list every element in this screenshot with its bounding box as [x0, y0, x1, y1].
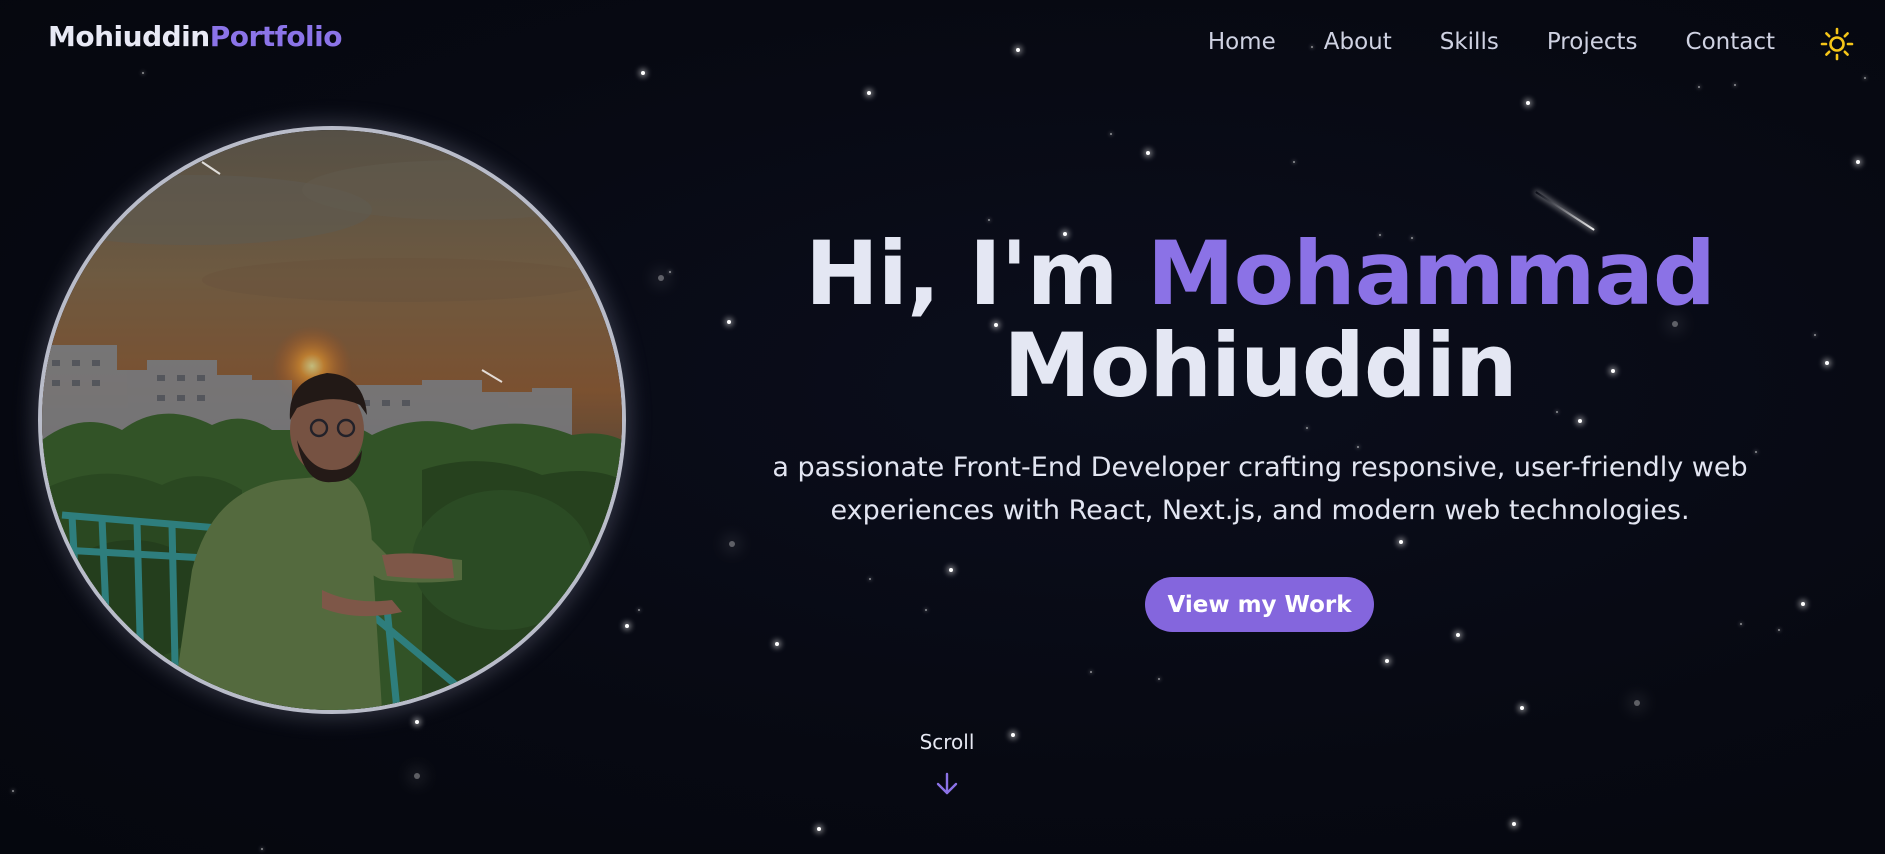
site-logo[interactable]: MohiuddinPortfolio — [48, 20, 343, 53]
hero-greeting: Hi, I'm — [805, 222, 1148, 325]
view-work-button[interactable]: View my Work — [1145, 577, 1374, 632]
scroll-label[interactable]: Scroll — [900, 730, 994, 754]
logo-first-word: Mohiuddin — [48, 20, 210, 53]
theme-toggle-button[interactable] — [1819, 26, 1855, 62]
avatar — [38, 126, 626, 714]
hero-page: MohiuddinPortfolio Home About Skills Pro… — [0, 0, 1885, 854]
nav-home-link[interactable]: Home — [1208, 29, 1276, 55]
hero-subtitle: a passionate Front-End Developer craftin… — [772, 452, 1748, 526]
sun-icon — [1820, 27, 1854, 61]
hero-heading: Hi, I'm Mohammad Mohiuddin — [620, 228, 1885, 412]
nav-about-link[interactable]: About — [1324, 29, 1392, 55]
nav-contact-link[interactable]: Contact — [1686, 29, 1775, 55]
logo-second-word: Portfolio — [209, 20, 343, 53]
hero-name-last: Mohiuddin — [1003, 314, 1517, 417]
hero-name-first: Mohammad — [1147, 222, 1716, 325]
nav-skills-link[interactable]: Skills — [1440, 29, 1499, 55]
arrow-down-icon[interactable] — [934, 771, 960, 797]
profile-photo — [42, 130, 622, 710]
nav-projects-link[interactable]: Projects — [1547, 29, 1638, 55]
main-nav: Home About Skills Projects Contact — [1208, 22, 1885, 62]
